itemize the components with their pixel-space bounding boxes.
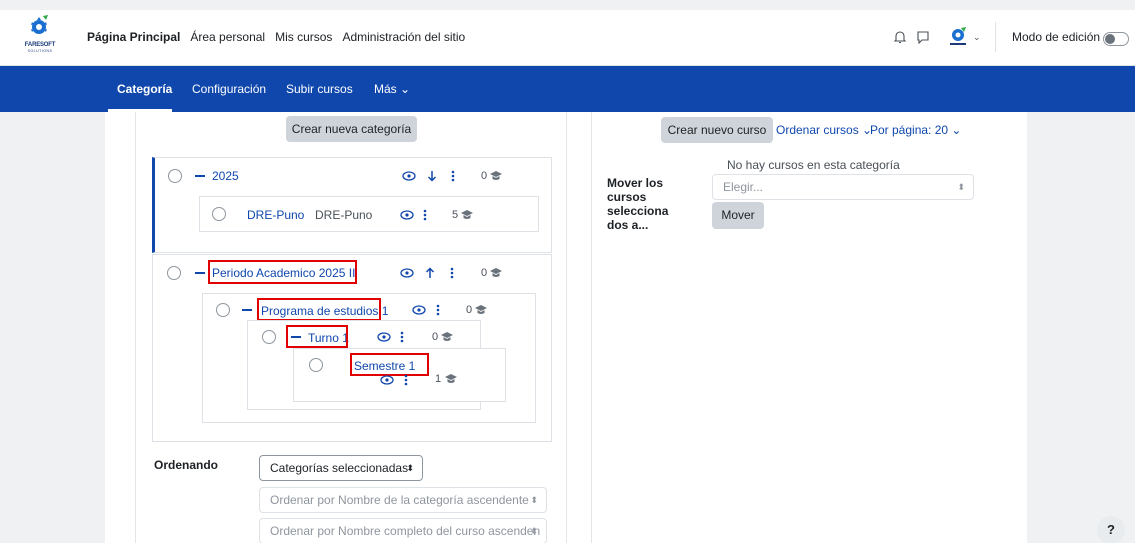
select-arrow-icon: ⬍	[530, 495, 538, 505]
course-count: 5	[452, 209, 459, 221]
help-button[interactable]: ?	[1097, 516, 1125, 543]
select-value: Categorías seleccionadas	[270, 461, 409, 475]
create-course-button[interactable]: Crear nuevo curso	[661, 117, 773, 143]
graduation-cap-icon	[445, 374, 457, 383]
highlight-box	[350, 353, 429, 376]
category-item-dre-puno: DRE-Puno DRE-Puno 5	[199, 196, 539, 232]
category-item-turno: Turno 1 0 Semestre 1 1	[247, 320, 506, 410]
highlight-box	[257, 298, 381, 321]
highlight-box	[208, 260, 357, 284]
graduation-cap-icon	[475, 305, 487, 314]
select-value: Elegir...	[723, 180, 764, 194]
edit-mode-toggle[interactable]	[1103, 32, 1129, 46]
category-checkbox[interactable]	[309, 358, 323, 372]
edit-mode-label: Modo de edición	[1012, 30, 1101, 44]
select-value: Ordenar por Nombre completo del curso as…	[270, 524, 541, 538]
category-checkbox[interactable]	[216, 303, 230, 317]
category-name[interactable]: 2025	[212, 169, 239, 183]
secondary-navigation: Categoría Configuración Subir cursos Más…	[0, 66, 1135, 112]
category-idnumber: DRE-Puno	[315, 208, 373, 222]
sort-courses-link[interactable]: Ordenar cursos ⌄	[776, 123, 872, 137]
course-sort-select[interactable]: Ordenar por Nombre completo del curso as…	[259, 518, 547, 543]
arrow-up-icon[interactable]	[425, 267, 435, 279]
move-button[interactable]: Mover	[712, 202, 764, 229]
sorting-label: Ordenando	[154, 458, 219, 472]
eye-icon[interactable]	[412, 305, 426, 315]
select-value: Ordenar por Nombre de la categoría ascen…	[270, 493, 529, 507]
tab-category[interactable]: Categoría	[117, 82, 172, 96]
kebab-menu-icon[interactable]	[451, 170, 455, 182]
graduation-cap-icon	[490, 268, 502, 277]
user-avatar-icon[interactable]	[945, 25, 971, 49]
eye-icon[interactable]	[400, 268, 414, 278]
collapse-icon[interactable]	[242, 309, 252, 311]
site-logo[interactable]: FARESOFT SOLUTIONS	[20, 14, 60, 58]
logo-text: FARESOFT	[24, 42, 56, 48]
category-name[interactable]: DRE-Puno	[247, 208, 304, 222]
kebab-menu-icon[interactable]	[450, 267, 454, 279]
category-sort-select[interactable]: Ordenar por Nombre de la categoría ascen…	[259, 487, 547, 513]
arrow-down-icon[interactable]	[427, 170, 437, 182]
nav-home[interactable]: Página Principal	[87, 30, 180, 44]
move-courses-label: Mover los cursos selecciona dos a...	[607, 176, 669, 232]
tab-settings[interactable]: Configuración	[192, 82, 266, 96]
kebab-menu-icon[interactable]	[400, 331, 404, 343]
graduation-cap-icon	[441, 332, 453, 341]
highlight-box	[286, 325, 348, 348]
category-checkbox[interactable]	[167, 266, 181, 280]
eye-icon[interactable]	[377, 332, 391, 342]
eye-icon[interactable]	[400, 210, 414, 220]
category-item-programa: Programa de estudios 1 0 Turno 1 0 Semes…	[202, 293, 536, 423]
eye-icon[interactable]	[380, 375, 394, 385]
chevron-down-icon[interactable]: ⌄	[973, 32, 981, 43]
course-count: 0	[481, 267, 488, 279]
collapse-icon[interactable]	[195, 272, 205, 274]
category-item-semestre: Semestre 1 1	[293, 348, 506, 402]
logo-tagline: SOLUTIONS	[27, 49, 53, 53]
course-count: 0	[481, 170, 488, 182]
tab-more[interactable]: Más ⌄	[374, 82, 410, 96]
kebab-menu-icon[interactable]	[436, 304, 440, 316]
collapse-icon[interactable]	[195, 175, 205, 177]
top-navbar: FARESOFT SOLUTIONS Página Principal Área…	[0, 10, 1135, 66]
chat-icon[interactable]	[916, 30, 930, 44]
kebab-menu-icon[interactable]	[423, 209, 427, 221]
nav-dashboard[interactable]: Área personal	[190, 30, 265, 44]
empty-message: No hay cursos en esta categoría	[727, 158, 900, 172]
tab-upload-courses[interactable]: Subir cursos	[286, 82, 353, 96]
per-page-link[interactable]: Por página: 20 ⌄	[870, 123, 961, 137]
nav-my-courses[interactable]: Mis cursos	[275, 30, 332, 44]
kebab-menu-icon[interactable]	[404, 374, 408, 386]
course-panel: Crear nuevo curso Ordenar cursos ⌄ Por p…	[591, 112, 1023, 543]
bell-icon[interactable]	[893, 30, 907, 44]
category-checkbox[interactable]	[212, 207, 226, 221]
category-checkbox[interactable]	[262, 330, 276, 344]
divider	[995, 22, 996, 52]
category-checkbox[interactable]	[168, 169, 182, 183]
sort-scope-select[interactable]: Categorías seleccionadas ⬍	[259, 455, 423, 481]
course-count: 0	[466, 304, 473, 316]
select-arrow-icon: ⬍	[406, 463, 414, 473]
nav-site-admin[interactable]: Administración del sitio	[342, 30, 465, 44]
graduation-cap-icon	[461, 210, 473, 219]
course-count: 0	[432, 331, 439, 343]
graduation-cap-icon	[490, 171, 502, 180]
eye-icon[interactable]	[402, 171, 416, 181]
category-item-periodo: Periodo Academico 2025 II 0 Programa de …	[152, 254, 552, 442]
category-panel: Crear nueva categoría 2025 0 DRE-Puno DR…	[135, 112, 567, 543]
primary-navigation: Página Principal Área personal Mis curso…	[87, 30, 465, 44]
move-destination-select[interactable]: Elegir... ⬍	[712, 174, 974, 200]
course-count: 1	[435, 373, 442, 385]
create-category-button[interactable]: Crear nueva categoría	[286, 116, 417, 142]
category-item-2025: 2025 0 DRE-Puno DRE-Puno 5	[152, 157, 552, 253]
gear-logo-icon	[31, 15, 48, 34]
select-arrow-icon: ⬍	[530, 526, 538, 536]
select-arrow-icon: ⬍	[957, 182, 965, 192]
